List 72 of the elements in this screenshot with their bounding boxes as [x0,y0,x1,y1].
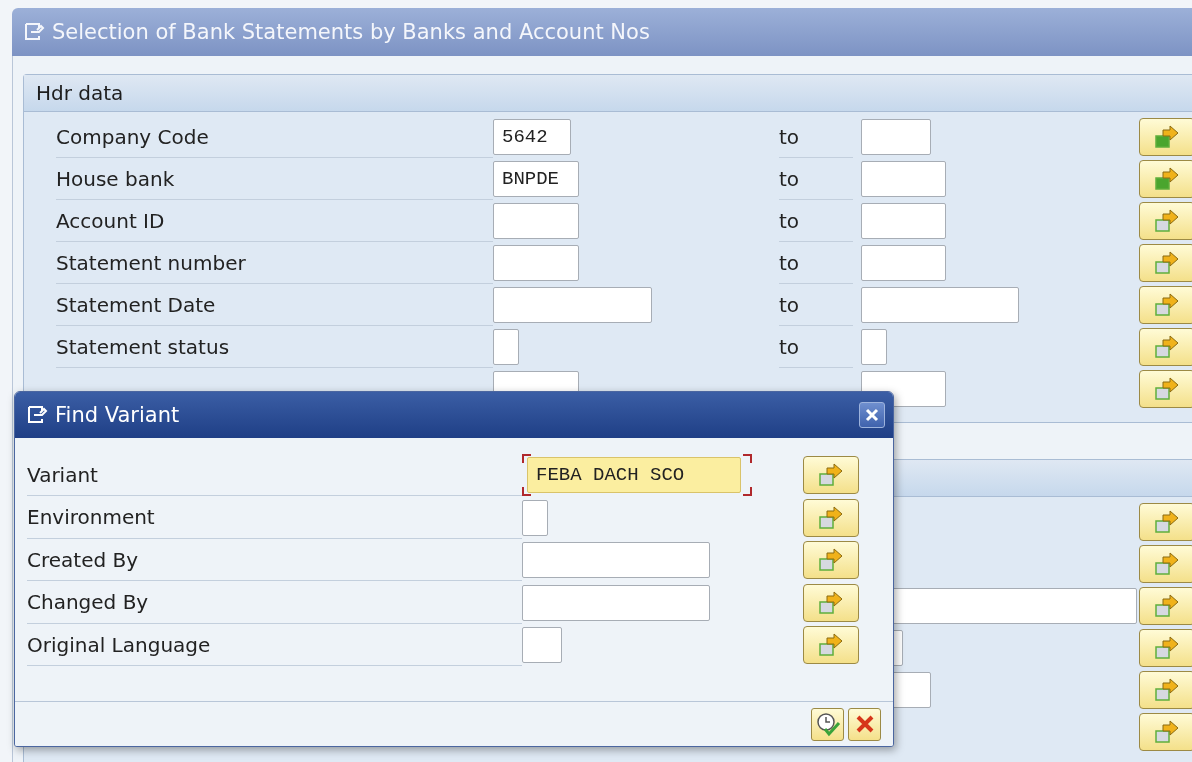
field-label: Company Code [56,116,493,158]
from-field[interactable] [493,329,519,365]
focus-bracket [743,454,752,464]
multiple-selection-button[interactable] [1139,118,1192,156]
multiple-selection-button[interactable] [1139,202,1192,240]
to-label: to [779,200,853,242]
multiple-selection-button[interactable] [803,498,859,537]
from-field[interactable] [493,203,579,239]
to-label: to [779,158,853,200]
multiple-selection-button[interactable] [803,541,859,580]
from-field[interactable] [493,245,579,281]
field-label: Statement number [56,242,493,284]
from-field[interactable]: BNPDE [493,161,579,197]
focus-bracket [522,454,531,464]
to-field[interactable] [861,161,946,197]
field-label: Environment [27,496,522,539]
to-label: to [779,242,853,284]
screen-icon [24,22,46,42]
multiple-selection-button[interactable] [1139,629,1192,667]
multiple-selection-button[interactable] [1139,587,1192,625]
from-field[interactable] [493,287,652,323]
clock-check-icon [814,711,841,737]
multiple-selection-button[interactable] [803,583,859,622]
multiple-selection-icon [818,590,844,615]
field-label: Changed By [27,581,522,624]
screen-icon [27,405,49,425]
multiple-selection-button[interactable] [1139,370,1192,408]
field-label: Original Language [27,624,522,667]
focus-bracket [522,487,531,497]
multiple-selection-button[interactable] [803,456,859,495]
multiple-selection-button[interactable] [1139,286,1192,324]
multiple-selection-icon [818,633,844,658]
multiple-selection-button[interactable] [1139,671,1192,709]
dialog-title: Find Variant [55,403,181,427]
field-label: Created By [27,539,522,582]
multiple-selection-button[interactable] [1139,713,1192,751]
multiple-selection-button[interactable] [1139,503,1192,541]
to-field[interactable] [861,119,931,155]
close-icon [865,408,879,422]
multiple-selection-button[interactable] [803,626,859,665]
field-label: Account ID [56,200,493,242]
to-label: to [779,284,853,326]
field-label: Statement status [56,326,493,368]
from-field[interactable]: 5642 [493,119,571,155]
multiple-selection-button[interactable] [1139,328,1192,366]
to-field[interactable] [861,203,946,239]
field-label: Variant [27,454,522,497]
multiple-selection-icon [818,548,844,573]
input-field[interactable]: FEBA DACH SCO [527,457,741,494]
to-label: to [779,116,853,158]
input-field[interactable] [522,499,548,536]
cancel-icon [854,714,875,734]
multiple-selection-button[interactable] [1139,160,1192,198]
to-label: to [779,326,853,368]
input-field[interactable] [522,542,710,579]
field-label: House bank [56,158,493,200]
input-field[interactable] [522,584,710,621]
to-field[interactable] [861,329,887,365]
group-title: Hdr data [36,81,124,105]
close-button[interactable] [859,402,885,428]
multiple-selection-icon [818,505,844,530]
field-label: Statement Date [56,284,493,326]
to-field[interactable] [861,245,946,281]
focus-bracket [743,487,752,497]
cancel-button[interactable] [848,707,881,741]
multiple-selection-button[interactable] [1139,545,1192,583]
input-field[interactable] [522,627,562,664]
multiple-selection-icon [818,463,844,488]
multiple-selection-button[interactable] [1139,244,1192,282]
to-field[interactable] [861,287,1019,323]
screen-title: Selection of Bank Statements by Banks and Account Nos [52,20,650,44]
execute-button[interactable] [811,707,844,741]
